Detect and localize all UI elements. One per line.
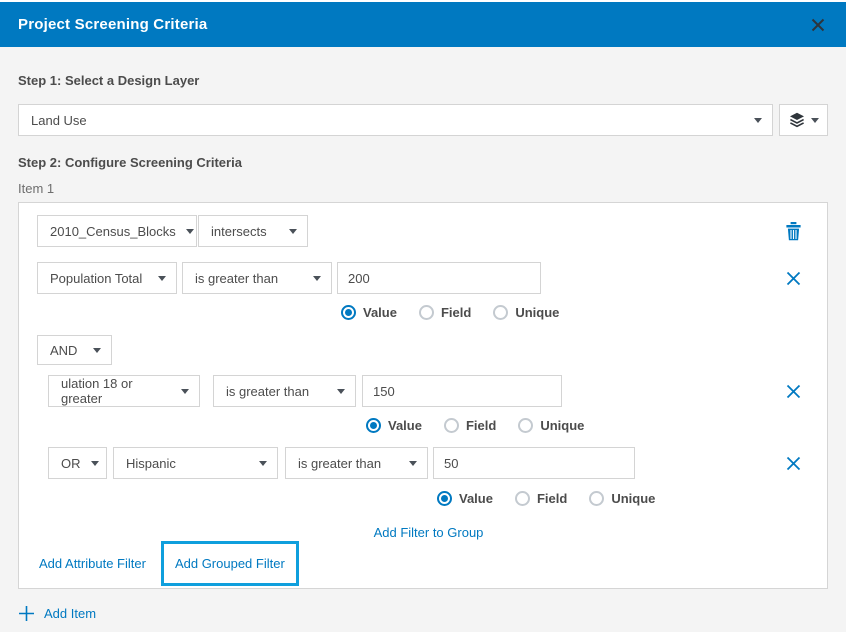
radio-unselected-icon	[493, 305, 508, 320]
filter3-value-input[interactable]	[433, 447, 635, 479]
chevron-down-icon	[754, 118, 762, 123]
close-icon[interactable]	[808, 15, 828, 35]
filter1-field-value: Population Total	[50, 271, 142, 286]
filter3-value-type-radios: Value Field Unique	[437, 491, 809, 506]
filter1-value-input[interactable]	[337, 262, 541, 294]
filter1-field-select[interactable]: Population Total	[37, 262, 177, 294]
remove-filter3-button[interactable]	[784, 454, 803, 473]
radio-selected-icon	[341, 305, 356, 320]
radio-unique[interactable]: Unique	[518, 418, 584, 433]
chevron-down-icon	[93, 348, 101, 353]
filter3-field-select[interactable]: Hispanic	[113, 447, 278, 479]
filter-row-3: OR Hispanic is greater than	[48, 447, 809, 479]
item-layer-value: 2010_Census_Blocks	[50, 224, 176, 239]
spatial-operator-value: intersects	[211, 224, 267, 239]
radio-unselected-icon	[515, 491, 530, 506]
item-layer-row: 2010_Census_Blocks intersects	[37, 215, 809, 247]
chevron-down-icon	[186, 229, 194, 234]
filter3-field-value: Hispanic	[126, 456, 176, 471]
radio-field[interactable]: Field	[444, 418, 496, 433]
close-icon	[786, 456, 801, 471]
filter3-join-value: OR	[61, 456, 81, 471]
chevron-down-icon	[91, 461, 99, 466]
step2-label: Step 2: Configure Screening Criteria	[18, 155, 828, 171]
remove-filter1-button[interactable]	[784, 269, 803, 288]
add-item-button[interactable]: Add Item	[18, 605, 96, 622]
item-card: 2010_Census_Blocks intersects	[18, 202, 828, 589]
dialog-header: Project Screening Criteria	[0, 2, 846, 47]
project-screening-criteria-dialog: Project Screening Criteria Step 1: Selec…	[0, 2, 846, 625]
design-layer-value: Land Use	[31, 113, 87, 128]
add-filter-to-group-link[interactable]: Add Filter to Group	[374, 525, 484, 541]
item-label: Item 1	[18, 181, 828, 197]
filter2-operator-select[interactable]: is greater than	[213, 375, 356, 407]
chevron-down-icon	[811, 118, 819, 123]
chevron-down-icon	[409, 461, 417, 466]
radio-field[interactable]: Field	[419, 305, 471, 320]
radio-selected-icon	[366, 418, 381, 433]
filter1-operator-select[interactable]: is greater than	[182, 262, 332, 294]
grouped-filter-container: ulation 18 or greater is greater than	[37, 375, 809, 541]
spatial-operator-select[interactable]: intersects	[198, 215, 308, 247]
filter2-operator-value: is greater than	[226, 384, 309, 399]
filter2-value-input[interactable]	[362, 375, 562, 407]
radio-value[interactable]: Value	[437, 491, 493, 506]
group-join-select[interactable]: AND	[37, 335, 112, 365]
group-join-row: AND	[37, 335, 809, 365]
dialog-title: Project Screening Criteria	[18, 16, 207, 33]
add-filter-to-group-row: Add Filter to Group	[48, 525, 809, 541]
remove-filter2-button[interactable]	[784, 382, 803, 401]
trash-icon	[786, 222, 801, 241]
design-layer-select[interactable]: Land Use	[18, 104, 773, 136]
filter3-join-select[interactable]: OR	[48, 447, 107, 479]
filter3-operator-select[interactable]: is greater than	[285, 447, 428, 479]
radio-unselected-icon	[444, 418, 459, 433]
close-icon	[786, 384, 801, 399]
plus-icon	[18, 605, 35, 622]
radio-value[interactable]: Value	[366, 418, 422, 433]
filter2-value-type-radios: Value Field Unique	[366, 418, 809, 433]
filter-row-2: ulation 18 or greater is greater than	[48, 375, 809, 407]
dialog-body: Step 1: Select a Design Layer Land Use S…	[0, 73, 846, 625]
filter2-field-select[interactable]: ulation 18 or greater	[48, 375, 200, 407]
chevron-down-icon	[289, 229, 297, 234]
layer-options-button[interactable]	[779, 104, 828, 136]
radio-field[interactable]: Field	[515, 491, 567, 506]
radio-value[interactable]: Value	[341, 305, 397, 320]
chevron-down-icon	[259, 461, 267, 466]
radio-selected-icon	[437, 491, 452, 506]
radio-unique[interactable]: Unique	[589, 491, 655, 506]
design-layer-row: Land Use	[18, 104, 828, 136]
add-grouped-filter-highlight: Add Grouped Filter	[161, 541, 299, 586]
filter2-field-value: ulation 18 or greater	[61, 376, 171, 406]
close-icon	[786, 271, 801, 286]
item-layer-select[interactable]: 2010_Census_Blocks	[37, 215, 197, 247]
layers-icon	[789, 112, 805, 128]
chevron-down-icon	[181, 389, 189, 394]
chevron-down-icon	[313, 276, 321, 281]
delete-item-button[interactable]	[784, 220, 803, 243]
add-item-label: Add Item	[44, 606, 96, 621]
chevron-down-icon	[337, 389, 345, 394]
step1-label: Step 1: Select a Design Layer	[18, 73, 828, 89]
chevron-down-icon	[158, 276, 166, 281]
item-actions-row: Add Attribute Filter Add Grouped Filter	[39, 541, 809, 586]
group-join-value: AND	[50, 343, 77, 358]
filter-row-1: Population Total is greater than	[37, 262, 809, 294]
filter1-operator-value: is greater than	[195, 271, 278, 286]
radio-unique[interactable]: Unique	[493, 305, 559, 320]
add-attribute-filter-link[interactable]: Add Attribute Filter	[39, 556, 146, 571]
filter1-value-type-radios: Value Field Unique	[341, 305, 809, 320]
radio-unselected-icon	[589, 491, 604, 506]
radio-unselected-icon	[419, 305, 434, 320]
add-grouped-filter-link[interactable]: Add Grouped Filter	[175, 556, 285, 571]
radio-unselected-icon	[518, 418, 533, 433]
filter3-operator-value: is greater than	[298, 456, 381, 471]
